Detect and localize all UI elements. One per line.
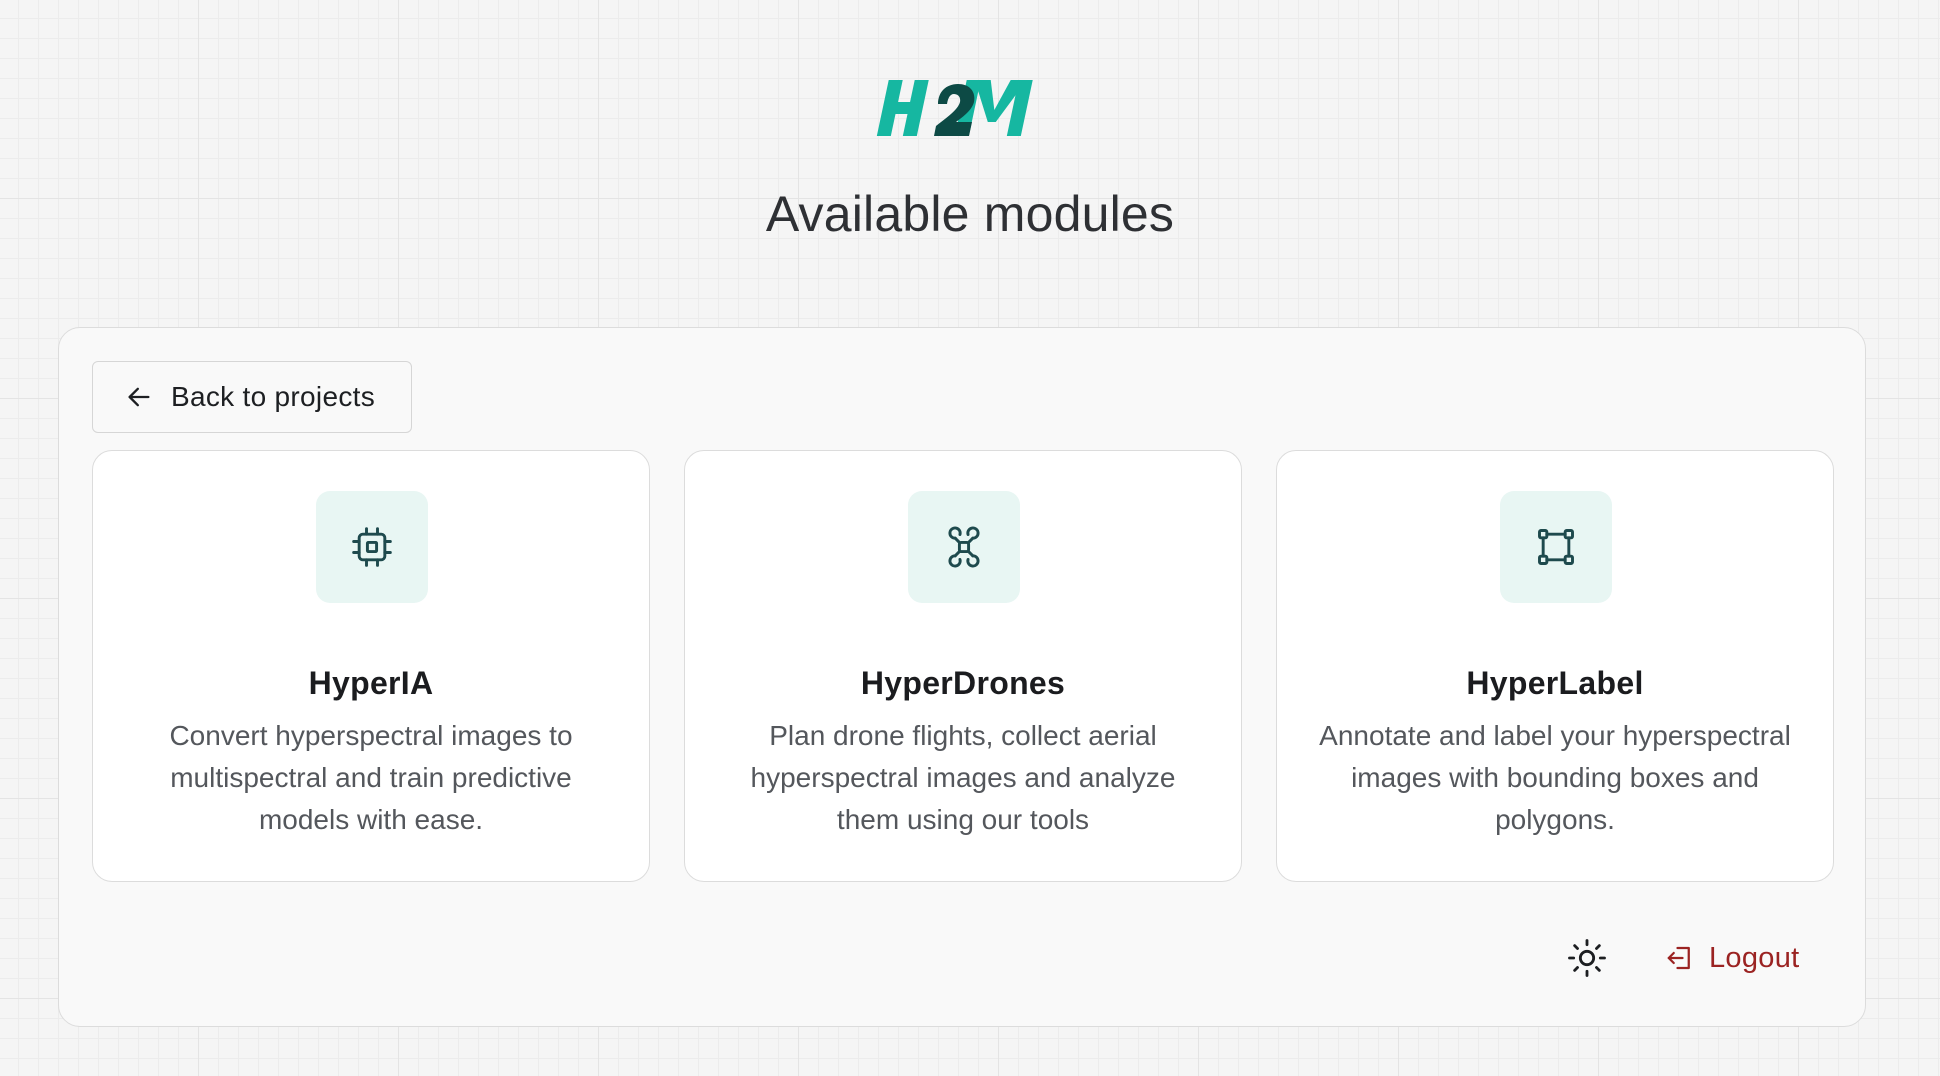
- cpu-chip-icon: [352, 527, 392, 567]
- module-card-hyperia[interactable]: HyperIA Convert hyperspectral images to …: [92, 450, 650, 882]
- module-description: Convert hyperspectral images to multispe…: [169, 720, 573, 835]
- logout-button[interactable]: Logout: [1665, 936, 1800, 980]
- page-title: Available modules: [765, 186, 1175, 242]
- modules-panel: Back to projects HyperIA Convert hypersp…: [58, 327, 1866, 1027]
- module-card-hyperlabel[interactable]: HyperLabel Annotate and label your hyper…: [1276, 450, 1834, 882]
- theme-toggle-button[interactable]: [1563, 934, 1611, 982]
- logout-label: Logout: [1709, 941, 1800, 974]
- logout-icon: [1665, 943, 1695, 973]
- back-to-projects-label: Back to projects: [171, 381, 375, 412]
- module-description: Annotate and label your hyperspectral im…: [1319, 720, 1791, 835]
- module-icon-tile: [316, 491, 428, 603]
- back-to-projects-button[interactable]: Back to projects: [92, 361, 412, 433]
- sun-icon: [1568, 939, 1606, 977]
- arrow-left-icon: [125, 383, 153, 411]
- module-title: HyperDrones: [860, 665, 1066, 701]
- module-icon-tile: [1500, 491, 1612, 603]
- bounding-box-icon: [1538, 529, 1574, 565]
- drone-icon: [948, 526, 980, 568]
- module-title: HyperIA: [308, 665, 434, 701]
- module-icon-tile: [908, 491, 1020, 603]
- module-card-hyperdrones[interactable]: HyperDrones Plan drone flights, collect …: [684, 450, 1242, 882]
- h2m-logo: [876, 80, 1033, 136]
- module-title: HyperLabel: [1466, 665, 1644, 701]
- module-description: Plan drone flights, collect aerial hyper…: [750, 720, 1176, 835]
